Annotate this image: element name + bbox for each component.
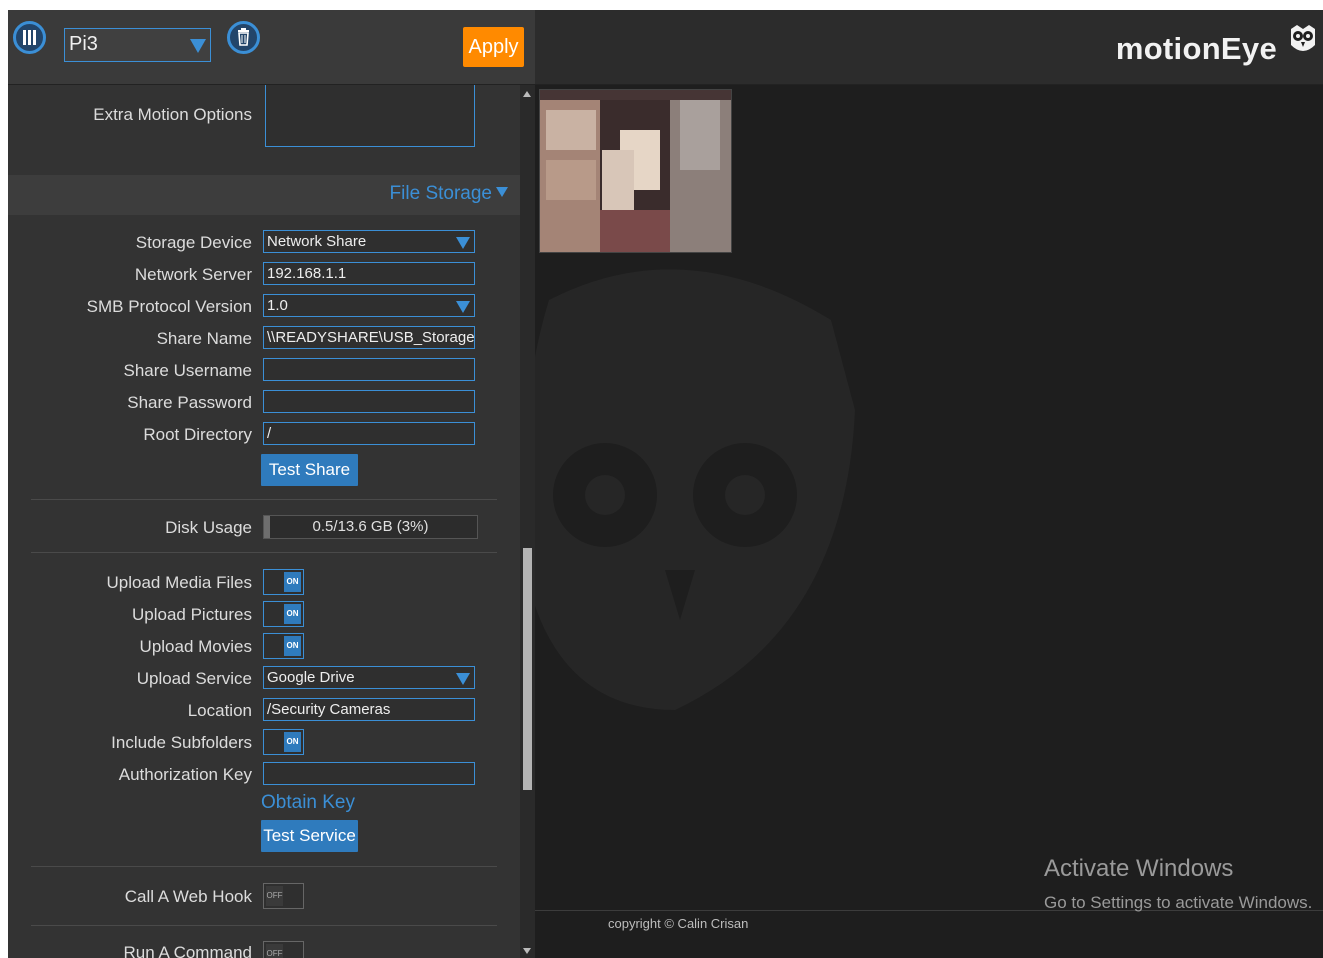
scroll-down-icon[interactable] bbox=[523, 948, 531, 954]
test-share-button[interactable]: Test Share bbox=[261, 454, 358, 486]
storage-device-value: Network Share bbox=[267, 233, 367, 250]
divider bbox=[31, 552, 497, 553]
brand-title: motionEye bbox=[1115, 31, 1277, 66]
upload-media-files-toggle[interactable]: ON bbox=[263, 569, 304, 595]
dropdown-arrow-icon bbox=[456, 673, 470, 685]
authorization-key-label: Authorization Key bbox=[118, 765, 252, 784]
test-service-button[interactable]: Test Service bbox=[261, 820, 358, 852]
upload-pictures-toggle[interactable]: ON bbox=[263, 601, 304, 627]
location-label: Location bbox=[187, 701, 252, 720]
toggle-on-knob: ON bbox=[284, 572, 301, 592]
owl-logo-icon bbox=[1291, 25, 1315, 51]
root-directory-input[interactable]: / bbox=[263, 422, 475, 445]
toggle-on-knob: ON bbox=[284, 604, 301, 624]
menu-icon bbox=[23, 30, 36, 45]
share-name-label: Share Name bbox=[156, 329, 252, 348]
delete-camera-button[interactable] bbox=[227, 21, 260, 54]
divider bbox=[31, 866, 497, 867]
upload-service-label: Upload Service bbox=[136, 669, 252, 688]
include-subfolders-label: Include Subfolders bbox=[111, 733, 252, 752]
share-username-label: Share Username bbox=[123, 361, 252, 380]
camera-frame-image bbox=[540, 90, 731, 252]
scroll-up-icon[interactable] bbox=[523, 91, 531, 97]
dropdown-arrow-icon bbox=[456, 301, 470, 313]
toggle-on-knob: ON bbox=[284, 636, 301, 656]
menu-button[interactable] bbox=[13, 21, 46, 54]
call-web-hook-label: Call A Web Hook bbox=[124, 887, 252, 906]
location-input[interactable]: /Security Cameras bbox=[263, 698, 475, 721]
run-command-label: Run A Command bbox=[123, 943, 252, 958]
dropdown-arrow-icon bbox=[456, 237, 470, 249]
owl-watermark-icon bbox=[535, 269, 855, 710]
camera-select-value: Pi3 bbox=[69, 33, 98, 55]
scroll-thumb[interactable] bbox=[523, 548, 532, 790]
run-command-toggle[interactable]: OFF bbox=[263, 941, 304, 958]
upload-pictures-label: Upload Pictures bbox=[131, 605, 252, 624]
trash-icon bbox=[238, 28, 249, 46]
collapse-triangle-icon bbox=[496, 187, 508, 197]
share-password-label: Share Password bbox=[127, 393, 252, 412]
smb-version-label: SMB Protocol Version bbox=[86, 297, 252, 316]
include-subfolders-toggle[interactable]: ON bbox=[263, 729, 304, 755]
smb-version-value: 1.0 bbox=[267, 297, 288, 314]
disk-usage-label: Disk Usage bbox=[165, 518, 252, 537]
call-web-hook-toggle[interactable]: OFF bbox=[263, 883, 304, 909]
upload-service-select[interactable]: Google Drive bbox=[263, 666, 475, 689]
upload-movies-label: Upload Movies bbox=[139, 637, 252, 656]
network-server-label: Network Server bbox=[134, 265, 252, 284]
panel-scrollbar[interactable] bbox=[520, 85, 535, 958]
toggle-off-knob: OFF bbox=[266, 886, 283, 906]
divider bbox=[31, 925, 497, 926]
share-username-input[interactable] bbox=[263, 358, 475, 381]
extra-motion-options-label: Extra Motion Options bbox=[93, 105, 252, 124]
disk-usage-bar: 0.5/13.6 GB (3%) bbox=[263, 515, 478, 539]
share-name-input[interactable]: \\READYSHARE\USB_Storage bbox=[263, 326, 475, 349]
activate-windows-title: Activate Windows bbox=[1044, 855, 1234, 882]
divider bbox=[31, 499, 497, 500]
storage-device-label: Storage Device bbox=[135, 233, 252, 252]
upload-media-files-label: Upload Media Files bbox=[106, 573, 252, 592]
top-bar: Pi3 Apply motionEye bbox=[8, 10, 1323, 85]
upload-service-value: Google Drive bbox=[267, 669, 355, 686]
activate-windows-subtitle: Go to Settings to activate Windows. bbox=[1044, 893, 1313, 912]
authorization-key-input[interactable] bbox=[263, 762, 475, 785]
copyright-text: copyright © Calin Crisan bbox=[608, 916, 749, 931]
camera-select[interactable]: Pi3 bbox=[64, 28, 211, 62]
toggle-on-knob: ON bbox=[284, 732, 301, 752]
settings-toolbar: Pi3 Apply bbox=[8, 10, 535, 84]
section-title[interactable]: File Storage bbox=[390, 183, 508, 205]
file-storage-section-header[interactable]: File Storage bbox=[8, 175, 520, 215]
apply-button[interactable]: Apply bbox=[463, 27, 524, 67]
smb-version-select[interactable]: 1.0 bbox=[263, 294, 475, 317]
extra-motion-options-textarea[interactable] bbox=[265, 85, 475, 147]
disk-usage-fill bbox=[264, 516, 271, 538]
network-server-input[interactable]: 192.168.1.1 bbox=[263, 262, 475, 285]
motioneye-app: Pi3 Apply motionEye Extra Motion Options… bbox=[8, 10, 1323, 958]
root-directory-label: Root Directory bbox=[143, 425, 252, 444]
disk-usage-value: 0.5/13.6 GB (3%) bbox=[312, 518, 429, 535]
upload-movies-toggle[interactable]: ON bbox=[263, 633, 304, 659]
share-password-input[interactable] bbox=[263, 390, 475, 413]
toggle-off-knob: OFF bbox=[266, 944, 283, 958]
camera-frame[interactable] bbox=[539, 89, 732, 253]
storage-device-select[interactable]: Network Share bbox=[263, 230, 475, 253]
settings-panel[interactable]: Extra Motion Options File Storage Storag… bbox=[8, 85, 535, 958]
dropdown-arrow-icon bbox=[190, 39, 206, 53]
section-title-text: File Storage bbox=[389, 183, 492, 204]
obtain-key-link[interactable]: Obtain Key bbox=[261, 792, 355, 814]
